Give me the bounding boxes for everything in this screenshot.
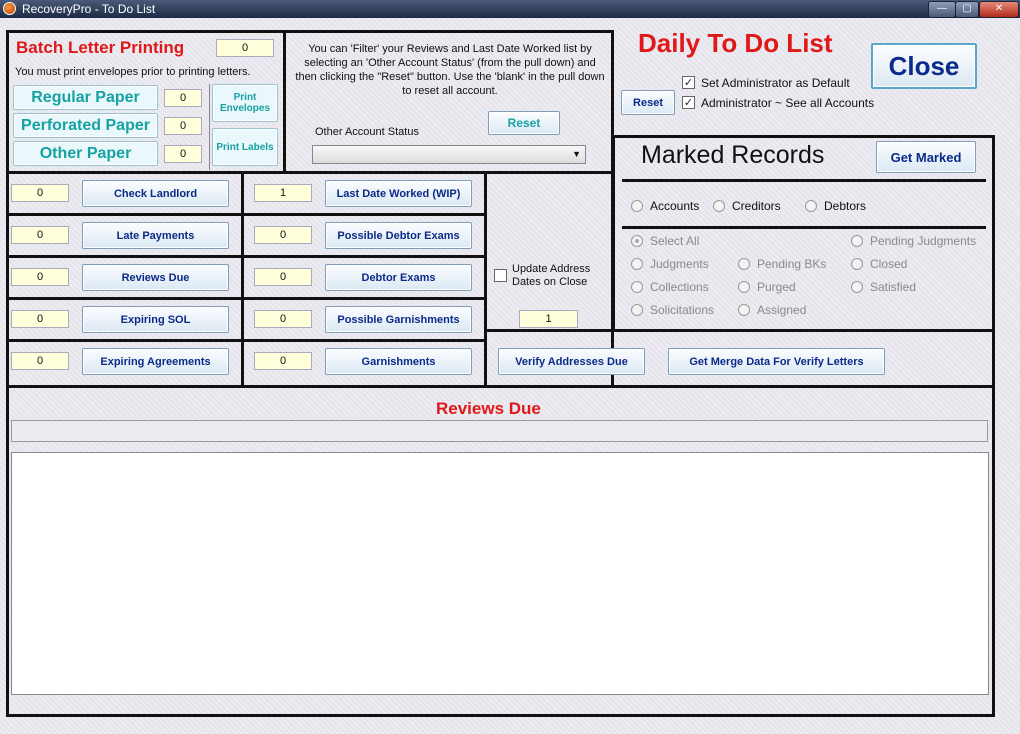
closed-radio[interactable]: [851, 258, 863, 270]
assigned-label: Assigned: [757, 303, 807, 317]
pending-judgments-label: Pending Judgments: [870, 234, 977, 248]
print-labels-button[interactable]: Print Labels: [212, 128, 278, 166]
divider: [6, 339, 487, 342]
accounts-radio-label: Accounts: [650, 199, 700, 213]
update-address-label: Update Address Dates on Close: [512, 263, 591, 288]
window-title: RecoveryPro - To Do List: [22, 2, 156, 16]
debtors-radio-label: Debtors: [824, 199, 867, 213]
solicitations-label: Solicitations: [650, 303, 715, 317]
reviews-filter-bar: [11, 420, 988, 442]
get-marked-button[interactable]: Get Marked: [876, 141, 976, 173]
divider: [283, 30, 286, 174]
select-all-radio[interactable]: [631, 235, 643, 247]
batch-count-field[interactable]: 0: [216, 39, 274, 57]
admin-all-checkbox[interactable]: ✓: [682, 96, 695, 109]
satisfied-radio[interactable]: [851, 281, 863, 293]
accounts-radio[interactable]: [631, 200, 643, 212]
close-button[interactable]: Close: [871, 43, 977, 89]
header-reset-button[interactable]: Reset: [621, 90, 675, 115]
judgments-label: Judgments: [650, 257, 709, 271]
garnishments-button[interactable]: Garnishments: [325, 348, 472, 375]
late-payments-count[interactable]: 0: [11, 226, 69, 244]
regular-paper-button[interactable]: Regular Paper: [13, 85, 158, 110]
perforated-paper-count[interactable]: 0: [164, 117, 202, 135]
other-paper-button[interactable]: Other Paper: [13, 141, 158, 166]
garnishments-count[interactable]: 0: [254, 352, 312, 370]
pending-bks-label: Pending BKs: [757, 257, 827, 271]
divider: [622, 179, 986, 182]
divider: [622, 226, 986, 229]
expiring-agreements-button[interactable]: Expiring Agreements: [82, 348, 229, 375]
admin-default-label: Set Administrator as Default: [701, 76, 850, 90]
pending-bks-radio[interactable]: [738, 258, 750, 270]
reviews-due-count[interactable]: 0: [11, 268, 69, 286]
last-date-worked-button[interactable]: Last Date Worked (WIP): [325, 180, 472, 207]
divider: [484, 329, 995, 332]
collections-radio[interactable]: [631, 281, 643, 293]
admin-all-label: Administrator ~ See all Accounts: [701, 96, 875, 110]
divider: [6, 255, 487, 258]
update-address-checkbox[interactable]: [494, 269, 507, 282]
check-landlord-button[interactable]: Check Landlord: [82, 180, 229, 207]
divider: [484, 171, 487, 388]
filter-reset-button[interactable]: Reset: [488, 111, 560, 135]
possible-debtor-exams-count[interactable]: 0: [254, 226, 312, 244]
debtor-exams-button[interactable]: Debtor Exams: [325, 264, 472, 291]
chevron-down-icon: ▼: [572, 149, 581, 159]
perforated-paper-button[interactable]: Perforated Paper: [13, 113, 158, 138]
reviews-due-button[interactable]: Reviews Due: [82, 264, 229, 291]
divider: [241, 171, 244, 388]
judgments-radio[interactable]: [631, 258, 643, 270]
verify-addresses-button[interactable]: Verify Addresses Due: [498, 348, 645, 375]
closed-label: Closed: [870, 257, 908, 271]
maximize-button[interactable]: ▢: [955, 1, 979, 18]
reviews-list[interactable]: [11, 452, 989, 695]
purged-radio[interactable]: [738, 281, 750, 293]
possible-garnishments-button[interactable]: Possible Garnishments: [325, 306, 472, 333]
late-payments-button[interactable]: Late Payments: [82, 222, 229, 249]
expiring-agreements-count[interactable]: 0: [11, 352, 69, 370]
divider: [6, 297, 487, 300]
divider: [992, 329, 995, 388]
other-account-status-select[interactable]: ▼: [312, 145, 586, 164]
expiring-sol-button[interactable]: Expiring SOL: [82, 306, 229, 333]
print-envelopes-button[interactable]: Print Envelopes: [212, 84, 278, 122]
select-all-label: Select All: [650, 234, 700, 248]
divider: [6, 213, 487, 216]
expiring-sol-count[interactable]: 0: [11, 310, 69, 328]
check-landlord-count[interactable]: 0: [11, 184, 69, 202]
other-account-status-label: Other Account Status: [315, 126, 419, 138]
regular-paper-count[interactable]: 0: [164, 89, 202, 107]
app-icon: [3, 2, 16, 15]
possible-debtor-exams-button[interactable]: Possible Debtor Exams: [325, 222, 472, 249]
assigned-radio[interactable]: [738, 304, 750, 316]
divider: [209, 84, 210, 170]
title-bar: RecoveryPro - To Do List — ▢ ✕: [0, 0, 1020, 18]
batch-note: You must print envelopes prior to printi…: [15, 66, 251, 78]
other-paper-count[interactable]: 0: [164, 145, 202, 163]
page-title: Daily To Do List: [638, 28, 833, 58]
solicitations-radio[interactable]: [631, 304, 643, 316]
close-window-button[interactable]: ✕: [979, 1, 1019, 18]
satisfied-label: Satisfied: [870, 280, 917, 294]
address-days-field[interactable]: 1: [519, 310, 578, 328]
admin-default-checkbox[interactable]: ✓: [682, 76, 695, 89]
collections-label: Collections: [650, 280, 709, 294]
purged-label: Purged: [757, 280, 796, 294]
batch-title: Batch Letter Printing: [16, 38, 185, 57]
creditors-radio-label: Creditors: [732, 199, 781, 213]
marked-records-title: Marked Records: [641, 141, 825, 169]
possible-garnishments-count[interactable]: 0: [254, 310, 312, 328]
creditors-radio[interactable]: [713, 200, 725, 212]
merge-data-button[interactable]: Get Merge Data For Verify Letters: [668, 348, 885, 375]
last-date-worked-count[interactable]: 1: [254, 184, 312, 202]
filter-help-text: You can 'Filter' your Reviews and Last D…: [295, 43, 605, 97]
pending-judgments-radio[interactable]: [851, 235, 863, 247]
minimize-button[interactable]: —: [928, 1, 956, 18]
debtor-exams-count[interactable]: 0: [254, 268, 312, 286]
debtors-radio[interactable]: [805, 200, 817, 212]
reviews-title: Reviews Due: [436, 399, 541, 418]
